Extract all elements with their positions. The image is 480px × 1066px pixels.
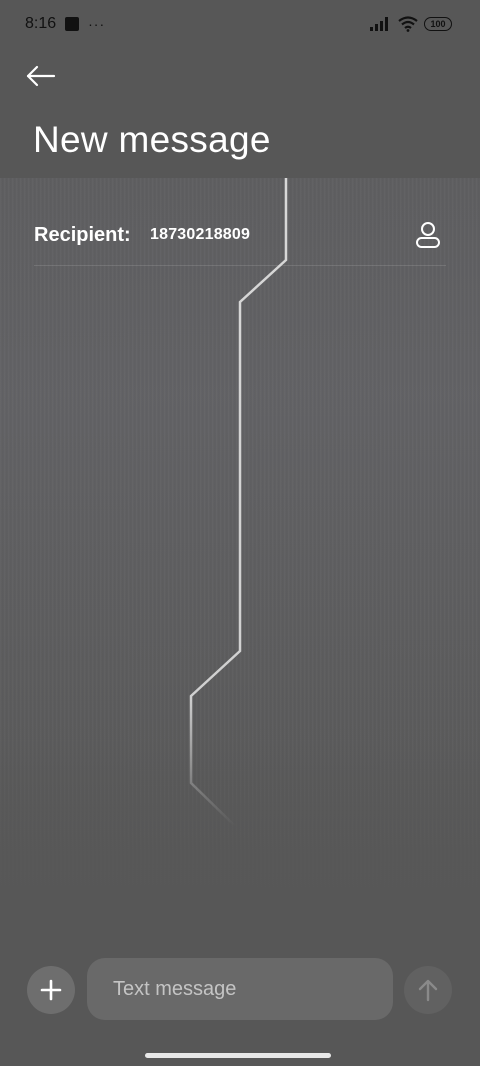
recipient-value[interactable]: 18730218809 xyxy=(150,226,250,244)
plus-icon xyxy=(40,979,62,1001)
person-icon xyxy=(416,222,440,248)
recipient-row[interactable]: Recipient: 18730218809 xyxy=(34,208,446,266)
status-time: 8:16 xyxy=(25,15,57,32)
status-more-dots: ··· xyxy=(88,16,106,32)
wallpaper-circuit-line xyxy=(189,178,288,827)
app-notification-icon xyxy=(65,17,80,31)
recipient-label: Recipient: xyxy=(34,224,131,246)
page-title: New message xyxy=(33,119,271,160)
message-input[interactable] xyxy=(87,958,393,1020)
contact-picker-button[interactable] xyxy=(414,220,442,250)
battery-icon: 100 xyxy=(424,17,452,31)
home-indicator[interactable] xyxy=(145,1053,331,1058)
send-button[interactable] xyxy=(404,966,452,1014)
arrow-up-icon xyxy=(418,979,438,1002)
back-button[interactable] xyxy=(22,60,62,92)
signal-icon xyxy=(370,17,388,31)
status-bar: 8:16 ··· 100 xyxy=(0,0,480,48)
wifi-icon xyxy=(398,16,418,32)
attach-button[interactable] xyxy=(27,966,75,1014)
arrow-left-icon xyxy=(26,65,56,87)
composer-bar xyxy=(0,956,480,1022)
